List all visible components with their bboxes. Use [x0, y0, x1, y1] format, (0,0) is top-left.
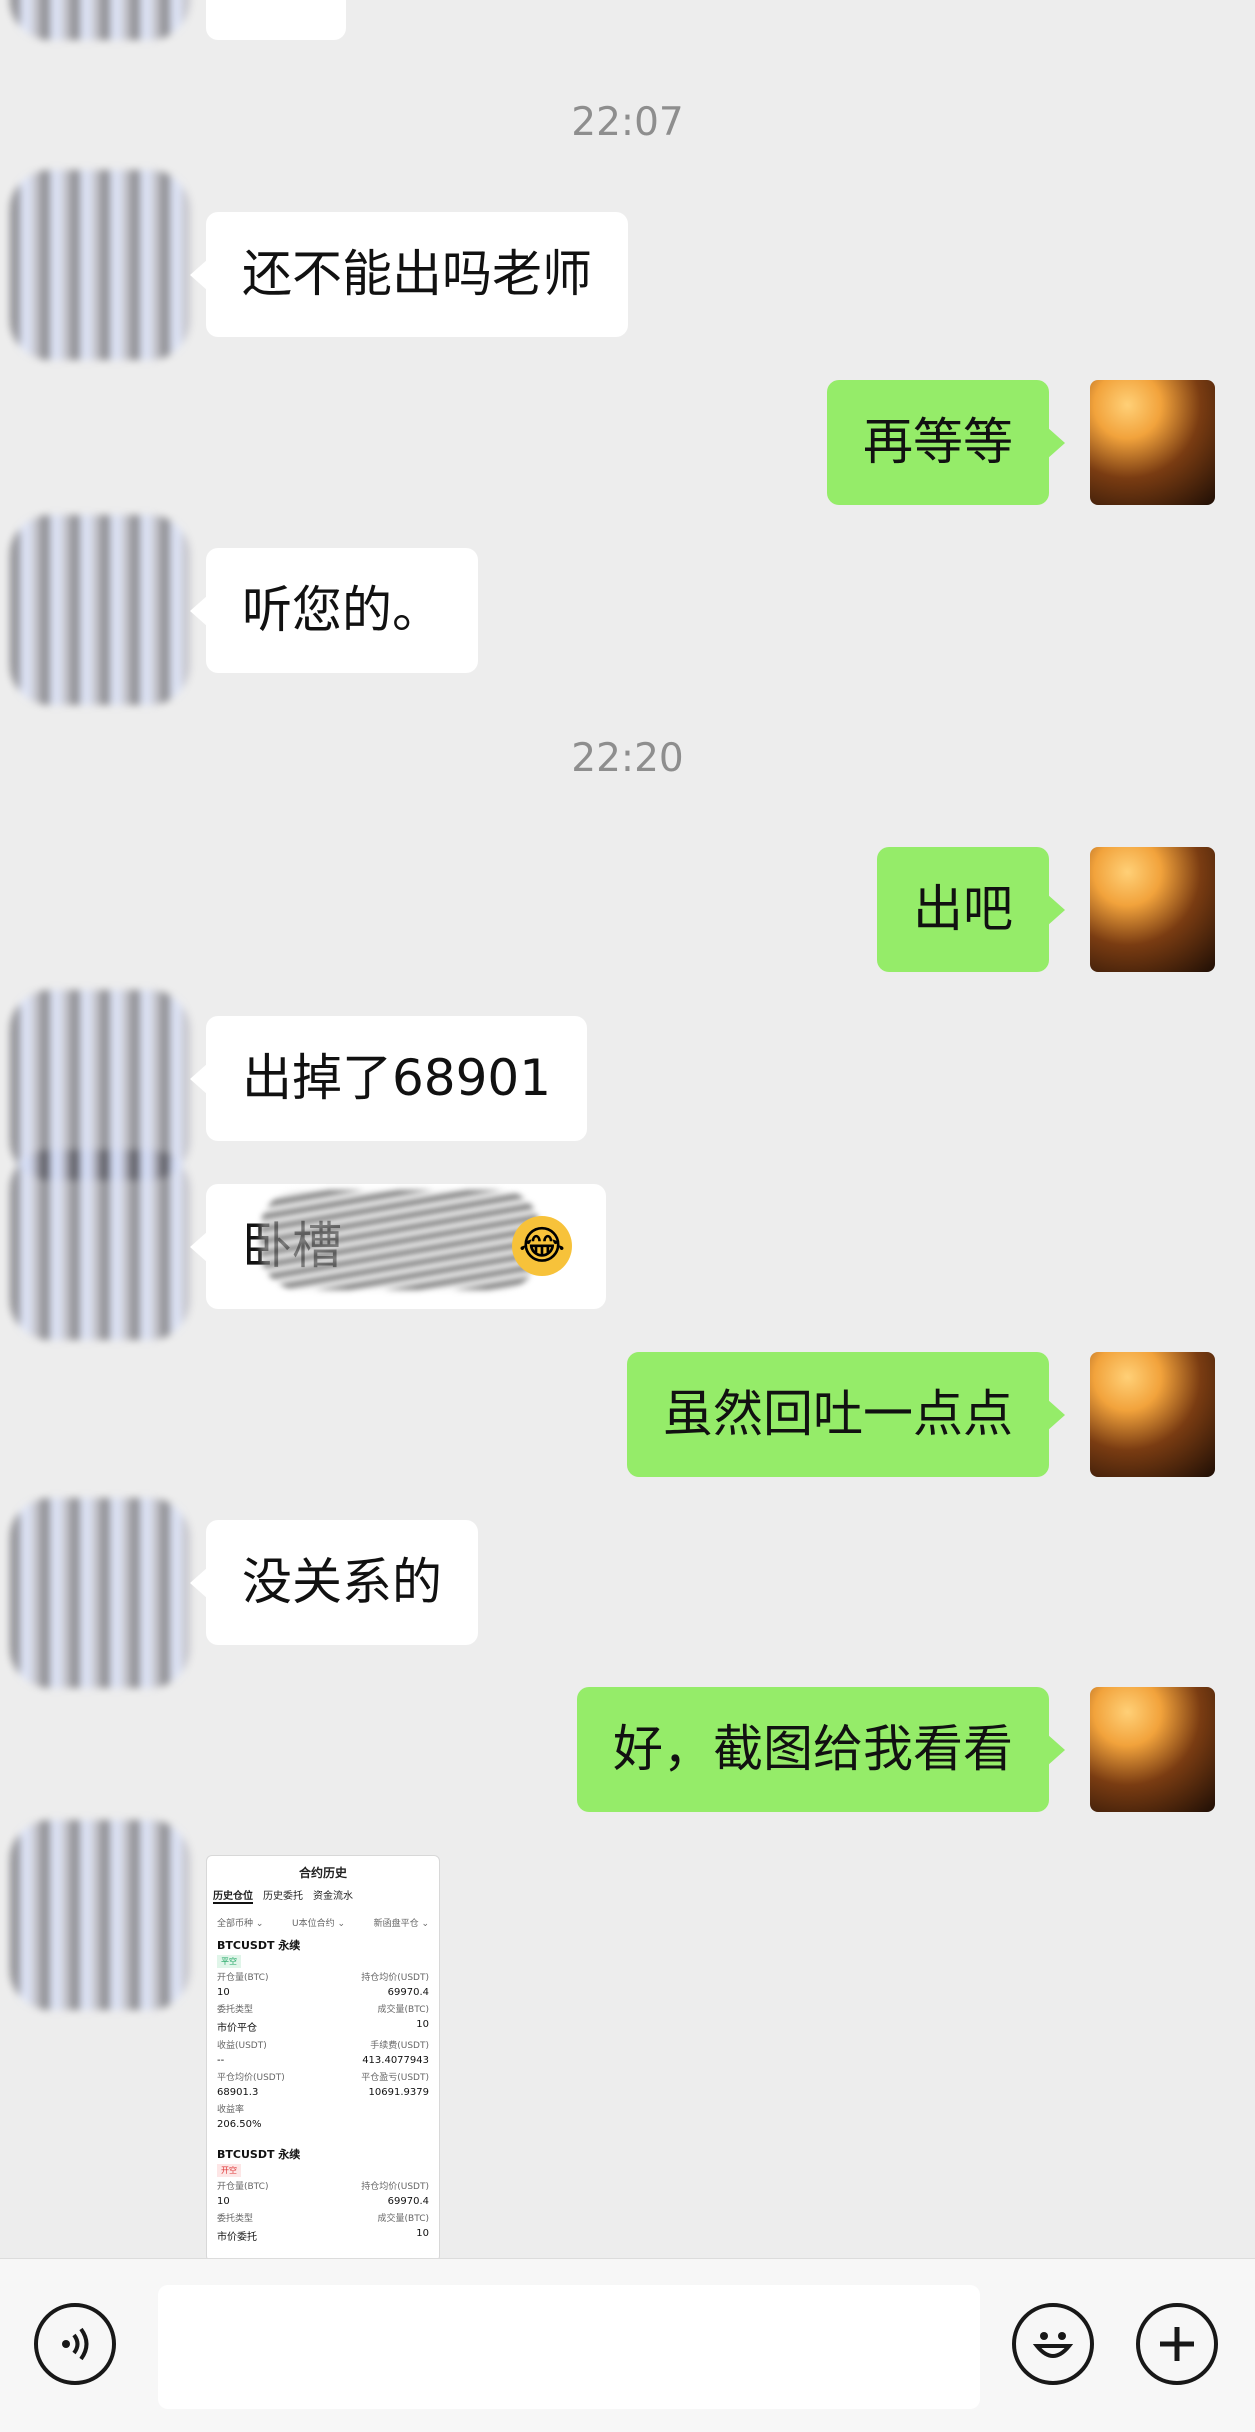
cell: 手续费(USDT) — [370, 2041, 429, 2051]
cell: -- — [217, 2055, 225, 2066]
cell: 成交量(BTC) — [377, 2005, 429, 2015]
contact-avatar[interactable] — [10, 0, 190, 40]
screenshot-filter: 新函盘平仓 ⌄ — [373, 1919, 429, 1929]
my-avatar[interactable] — [1090, 1352, 1215, 1477]
cell: 收益率 — [217, 2105, 245, 2115]
cell: 市价平仓 — [217, 2023, 257, 2034]
input-bar — [0, 2258, 1255, 2432]
screenshot-filters: 全部币种 ⌄ U本位合约 ⌄ 新函盘平仓 ⌄ — [207, 1914, 439, 1931]
voice-icon-glyph — [62, 2327, 89, 2361]
plus-icon-glyph — [1160, 2327, 1194, 2361]
screenshot-tabs: 历史仓位 历史委托 资金流水 — [207, 1887, 439, 1904]
message-bubble-outgoing[interactable]: 出吧 — [877, 847, 1065, 972]
cell: 10 — [217, 2196, 230, 2207]
cell: 206.50% — [217, 2119, 262, 2130]
cell: 68901.3 — [217, 2087, 259, 2098]
message-bubble-incoming[interactable]: 还不能出吗老师 — [190, 212, 628, 337]
cell: 69970.4 — [387, 2196, 429, 2207]
cell: 10 — [217, 1987, 230, 1998]
screenshot-tab: 历史仓位 — [213, 1887, 253, 1904]
plus-icon[interactable] — [1136, 2303, 1218, 2385]
cell: 10 — [416, 2228, 429, 2239]
message-bubble-partial[interactable] — [206, 0, 346, 40]
screenshot-tab: 资金流水 — [313, 1891, 353, 1902]
cell: 委托类型 — [217, 2214, 254, 2224]
cell: 69970.4 — [387, 1987, 429, 1998]
screenshot-symbol: BTCUSDT 永续 — [217, 1939, 301, 1952]
cell: 成交量(BTC) — [377, 2214, 429, 2224]
screenshot-tag: 开空 — [217, 2164, 241, 2177]
cell: 10 — [416, 2019, 429, 2030]
redaction-scribble — [260, 1190, 540, 1290]
cell: 平仓盈亏(USDT) — [361, 2073, 429, 2083]
cell: 持仓均价(USDT) — [361, 2182, 429, 2192]
contact-avatar[interactable] — [10, 1150, 190, 1340]
screenshot-tag: 平空 — [217, 1955, 241, 1968]
voice-icon[interactable] — [34, 2303, 116, 2385]
screenshot-header: 合约历史 — [298, 1866, 347, 1880]
screenshot-filter: 全部币种 ⌄ — [217, 1919, 264, 1929]
my-avatar[interactable] — [1090, 847, 1215, 972]
message-bubble-outgoing[interactable]: 再等等 — [827, 380, 1065, 505]
cell: 413.4077943 — [362, 2055, 429, 2066]
screenshot-filter: U本位合约 ⌄ — [292, 1919, 345, 1929]
my-avatar[interactable] — [1090, 380, 1215, 505]
cell: 委托类型 — [217, 2005, 254, 2015]
timestamp: 22:20 — [571, 736, 684, 781]
screenshot-symbol: BTCUSDT 永续 — [217, 2148, 301, 2161]
emoji-icon[interactable] — [1012, 2303, 1094, 2385]
laughing-tears-emoji: 😂 — [512, 1216, 572, 1276]
contact-avatar[interactable] — [10, 515, 190, 705]
cell: 10691.9379 — [368, 2087, 429, 2098]
contact-avatar[interactable] — [10, 170, 190, 360]
cell: 平仓均价(USDT) — [217, 2073, 285, 2083]
message-input[interactable] — [158, 2285, 980, 2409]
contact-avatar[interactable] — [10, 1498, 190, 1688]
my-avatar[interactable] — [1090, 1687, 1215, 1812]
cell: 收益(USDT) — [217, 2041, 267, 2051]
contact-avatar[interactable] — [10, 1820, 190, 2010]
message-bubble-incoming[interactable]: 出掉了68901 — [189, 1016, 588, 1141]
message-bubble-outgoing[interactable]: 好，截图给我看看 — [577, 1687, 1065, 1812]
cell: 市价委托 — [217, 2232, 257, 2243]
cell: 持仓均价(USDT) — [361, 1973, 429, 1983]
emoji-icon-glyph — [1032, 2332, 1074, 2358]
timestamp: 22:07 — [571, 100, 684, 145]
message-bubble-incoming[interactable]: 听您的。 — [190, 548, 478, 673]
message-bubble-outgoing[interactable]: 虽然回吐一点点 — [627, 1352, 1065, 1477]
screenshot-tab: 历史委托 — [263, 1891, 303, 1902]
cell: 开仓量(BTC) — [217, 2182, 269, 2192]
image-message[interactable]: 合约历史 历史仓位 历史委托 资金流水 全部币种 ⌄ U本位合约 ⌄ 新函盘平仓… — [206, 1855, 440, 2262]
cell: 开仓量(BTC) — [217, 1973, 269, 1983]
message-bubble-incoming[interactable]: 没关系的 — [190, 1520, 478, 1645]
